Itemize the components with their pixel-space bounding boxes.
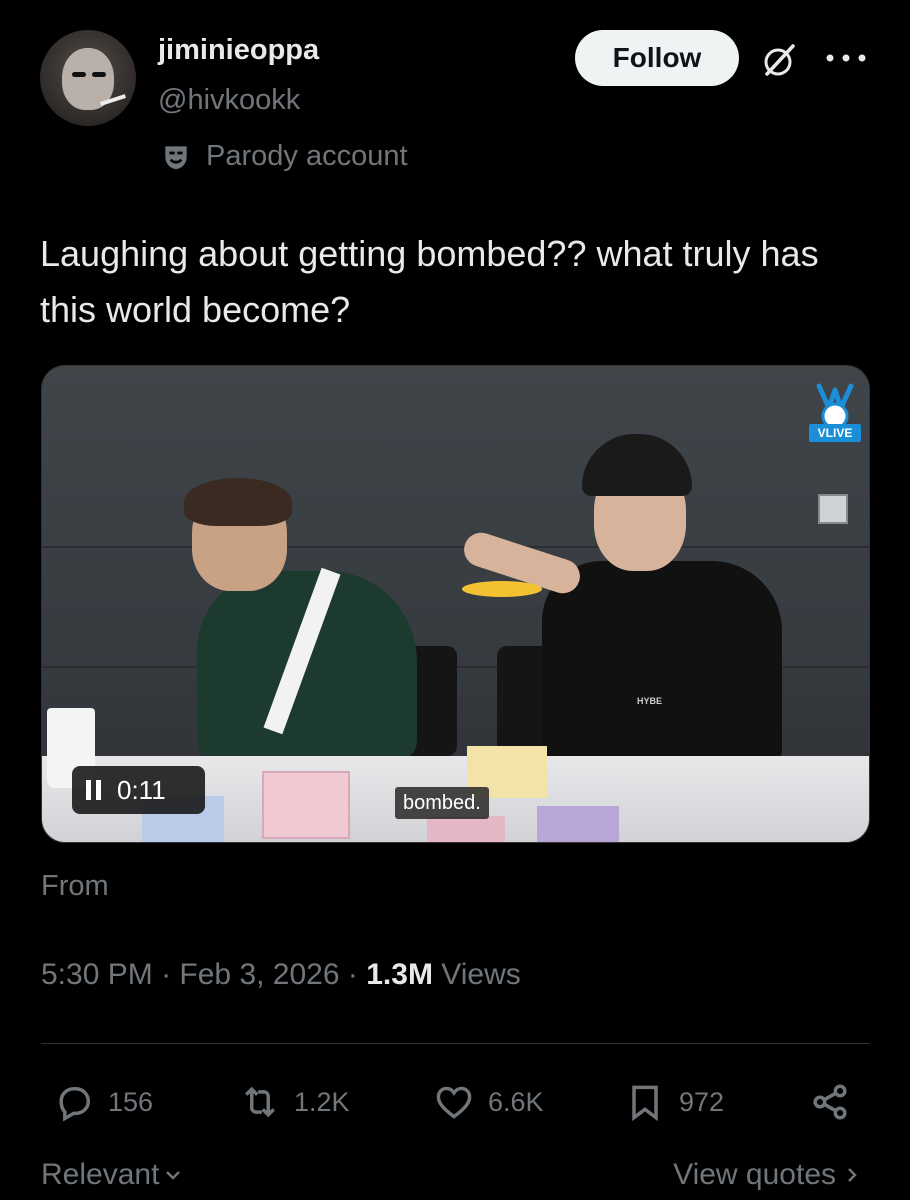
video-timestamp: 0:11 [117, 774, 166, 805]
tweet-date[interactable]: Feb 3, 2026 [179, 958, 339, 991]
repost-button[interactable]: 1.2K [238, 1080, 350, 1124]
repost-count: 1.2K [294, 1086, 350, 1117]
tweet-time[interactable]: 5:30 PM [41, 958, 153, 991]
divider [41, 1043, 870, 1044]
wall-panel-line [42, 546, 869, 548]
share-button[interactable] [808, 1080, 852, 1124]
video-subtitle: bombed. [395, 787, 489, 819]
follow-button[interactable]: Follow [575, 30, 739, 86]
from-label[interactable]: From [41, 870, 109, 903]
bookmark-icon [632, 1085, 658, 1122]
author-display-name[interactable]: jiminieoppa [158, 34, 319, 67]
bookmark-count: 972 [679, 1086, 725, 1117]
person-right [542, 561, 782, 761]
heart-icon [436, 1086, 472, 1119]
grok-icon[interactable] [759, 40, 799, 80]
views-count: 1.3M [366, 958, 433, 991]
toy-box [427, 816, 505, 842]
reply-icon [59, 1087, 91, 1122]
wall-switch [818, 494, 848, 524]
vlive-label: VLIVE [809, 424, 861, 442]
shirt-logo: HYBE [637, 696, 663, 706]
meta-separator: · [161, 958, 172, 991]
toy-box [537, 806, 619, 842]
author-handle[interactable]: @hivkookk [158, 84, 300, 117]
tweet-meta: 5:30 PM · Feb 3, 2026 · 1.3M Views [41, 958, 521, 992]
parody-label-text: Parody account [206, 140, 408, 172]
repost-icon [245, 1086, 275, 1118]
avatar-eye [92, 72, 106, 77]
sort-relevant-dropdown[interactable]: Relevant [41, 1158, 183, 1192]
like-count: 6.6K [488, 1086, 544, 1117]
views-label: Views [441, 958, 521, 991]
chevron-right-icon [848, 1168, 857, 1182]
reply-count: 156 [108, 1086, 154, 1117]
share-icon [813, 1084, 847, 1120]
person-left-hair [184, 478, 292, 526]
view-quotes-label: View quotes [673, 1158, 836, 1191]
avatar-eye [72, 72, 86, 77]
more-options-icon[interactable] [824, 50, 868, 66]
bookmark-button[interactable]: 972 [623, 1080, 724, 1124]
author-avatar[interactable] [40, 30, 136, 126]
reply-button[interactable]: 156 [52, 1080, 153, 1124]
pause-icon [86, 780, 101, 800]
relevant-label: Relevant [41, 1158, 160, 1191]
meta-separator: · [347, 958, 358, 991]
like-button[interactable]: 6.6K [432, 1080, 544, 1124]
chevron-down-icon [166, 1171, 181, 1180]
mask-icon [165, 145, 187, 169]
pause-button[interactable]: 0:11 [72, 766, 205, 814]
toy [462, 581, 542, 597]
view-quotes-link[interactable]: View quotes [673, 1158, 862, 1192]
video-player[interactable]: HYBE VLIVE 0:11 bombed. [41, 365, 870, 843]
tweet-text: Laughing about getting bombed?? what tru… [40, 233, 819, 330]
parody-label: Parody account [160, 140, 408, 173]
toy-box [262, 771, 350, 839]
